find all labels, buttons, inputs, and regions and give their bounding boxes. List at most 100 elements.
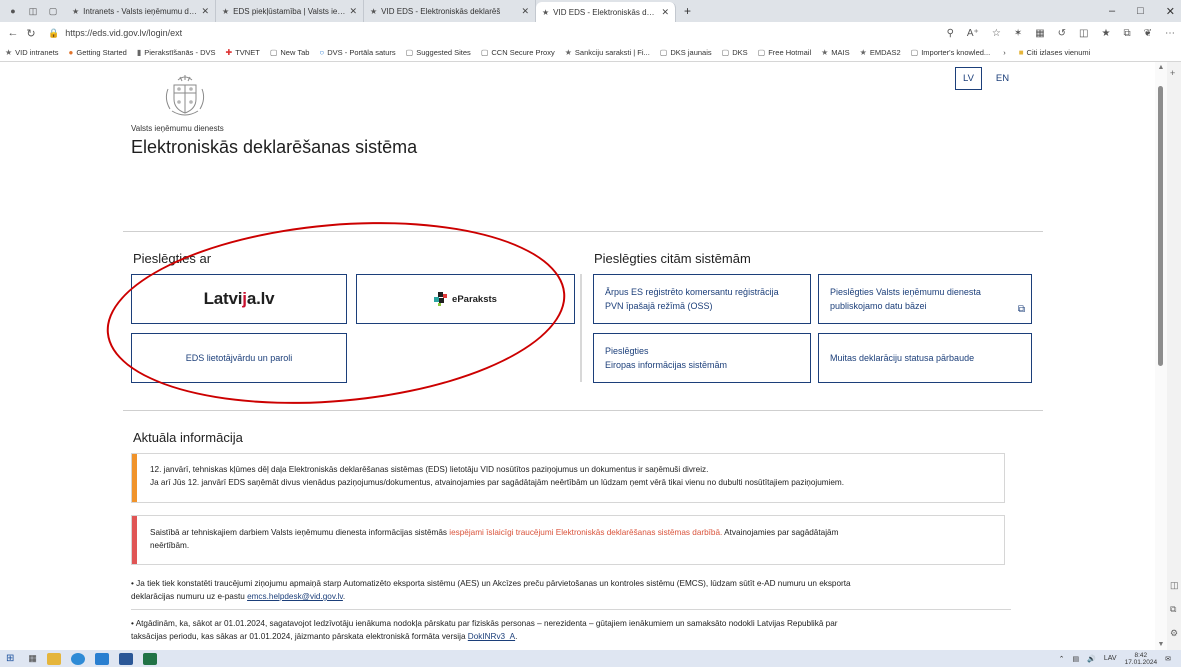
input-language[interactable]: LAV xyxy=(1104,655,1117,662)
copilot-icon[interactable]: ❦ xyxy=(1144,28,1152,39)
external-link-icon: ⧉ xyxy=(1017,304,1025,315)
clock[interactable]: 8:42 17.01.2024 xyxy=(1125,652,1158,666)
lang-en-link[interactable]: EN xyxy=(996,73,1009,84)
network-icon[interactable]: ▤ xyxy=(1073,655,1080,663)
eu-systems-button[interactable]: Pieslēgties Eiropas informācijas sistēmā… xyxy=(593,333,811,383)
system-tray: ⌃ ▤ 🔊 LAV 8:42 17.01.2024 ✉ xyxy=(1059,650,1171,667)
edge-browser-icon[interactable] xyxy=(70,652,85,665)
eds-password-login-button[interactable]: EDS lietotājvārdu un paroli xyxy=(131,333,347,383)
notice-text: 12. janvārī, tehniskas kļūmes dēļ daļa E… xyxy=(150,465,709,474)
folder-icon: ■ xyxy=(1018,48,1024,57)
latvija-lv-button[interactable]: Latvija.lv xyxy=(131,274,347,324)
url-field[interactable]: 🔒 https://eds.vid.gov.lv/login/ext xyxy=(48,28,182,39)
favorites-icon[interactable]: ★ xyxy=(1102,28,1111,39)
news-heading: Aktuāla informācija xyxy=(133,430,243,445)
windows-start-icon[interactable]: ⊞ xyxy=(6,653,14,664)
zoom-icon[interactable]: ⚲ xyxy=(947,28,954,39)
tab-vid-eds-1[interactable]: ★ VID EDS - Elektroniskās deklarēš ✕ xyxy=(364,0,536,22)
bookmark-item[interactable]: ▢ CCN Secure Proxy xyxy=(476,48,560,57)
page-icon: ▢ xyxy=(480,48,489,57)
bookmark-item[interactable]: ✚ TVNET xyxy=(221,48,265,57)
tab-actions-icon[interactable]: ▢ xyxy=(46,5,60,17)
oss-registration-button[interactable]: Ārpus ES reģistrēto komersantu reģistrāc… xyxy=(593,274,811,324)
add-sidebar-icon[interactable]: + xyxy=(1170,68,1175,78)
more-menu-icon[interactable]: ⋯ xyxy=(1165,28,1175,39)
bookmark-item[interactable]: ★ Sankciju saraksti | Fi... xyxy=(560,48,655,57)
customs-status-button[interactable]: Muitas deklarāciju statusa pārbaude xyxy=(818,333,1032,383)
tab-intranets[interactable]: ★ Intranets - Valsts ieņēmumu dien ✕ xyxy=(66,0,216,22)
section-separator xyxy=(580,274,582,382)
restore-icon[interactable]: □ xyxy=(1137,5,1144,17)
profile-icon[interactable]: ● xyxy=(6,5,20,17)
tab-vid-eds-active[interactable]: ★ VID EDS - Elektroniskās deklarēš ✕ xyxy=(536,2,676,22)
scroll-thumb[interactable] xyxy=(1158,86,1163,366)
windows-taskbar: ⊞ ▦ ⌃ ▤ 🔊 LAV 8:42 17.01.2024 ✉ xyxy=(0,650,1181,667)
bookmarks-overflow-icon[interactable]: › xyxy=(1003,48,1006,57)
bookmark-item[interactable]: ▮ Pierakstīšanās - DVS xyxy=(132,48,221,57)
outlook-icon[interactable] xyxy=(94,652,109,665)
external-icon[interactable]: ⧉ xyxy=(1170,604,1176,615)
page-title: Elektroniskās deklarēšanas sistēma xyxy=(131,137,418,157)
dokinr-link[interactable]: DokINRv3_A xyxy=(468,632,515,641)
file-explorer-icon[interactable] xyxy=(46,652,61,665)
settings-gear-icon[interactable]: ⚙ xyxy=(1170,628,1178,639)
page-scrollbar[interactable]: ▲ ▼ xyxy=(1155,62,1167,650)
bookmark-icon: ★ xyxy=(564,48,572,57)
split-screen-icon[interactable]: ◫ xyxy=(1079,28,1088,39)
new-tab-button[interactable]: + xyxy=(684,4,691,18)
favorite-star-icon[interactable]: ☆ xyxy=(992,28,1001,39)
bookmark-item[interactable]: ○ DVS - Portāla saturs xyxy=(314,48,400,57)
bookmark-item[interactable]: ▢ New Tab xyxy=(265,48,315,57)
scroll-down-icon[interactable]: ▼ xyxy=(1155,641,1167,648)
notice-accent-bar xyxy=(132,454,137,502)
bookmark-item[interactable]: ● Getting Started xyxy=(64,48,132,57)
public-database-button[interactable]: Pieslēgties Valsts ieņēmumu dienesta pub… xyxy=(818,274,1032,324)
read-aloud-icon[interactable]: A⁺ xyxy=(967,28,979,39)
other-favorites[interactable]: ■ Citi izlases vienumi xyxy=(1014,48,1096,57)
tab-favicon: ★ xyxy=(222,6,230,16)
page-icon: ▢ xyxy=(721,48,730,57)
scroll-up-icon[interactable]: ▲ xyxy=(1155,64,1167,71)
close-tab-icon[interactable]: ✕ xyxy=(349,6,357,17)
tab-favicon: ★ xyxy=(370,6,378,16)
eparaksts-button[interactable]: eParaksts xyxy=(356,274,575,324)
excel-icon[interactable] xyxy=(142,652,157,665)
tray-chevron-icon[interactable]: ⌃ xyxy=(1059,655,1065,663)
notice-technical-works: Saistībā ar tehniskajiem darbiem Valsts … xyxy=(131,515,1005,565)
workspaces-icon[interactable]: ◫ xyxy=(26,5,40,17)
refresh-icon[interactable]: ↻ xyxy=(22,27,40,40)
back-icon[interactable]: ← xyxy=(4,27,22,39)
task-view-icon[interactable]: ▦ xyxy=(28,653,37,664)
close-window-icon[interactable]: ✕ xyxy=(1166,5,1175,18)
close-tab-icon[interactable]: ✕ xyxy=(521,6,529,17)
tab-eds-accessibility[interactable]: ★ EDS piekļūstamība | Valsts ieņēm ✕ xyxy=(216,0,364,22)
bookmark-icon: ★ xyxy=(821,48,829,57)
bookmark-item[interactable]: ▢ DKS jaunais xyxy=(655,48,717,57)
close-tab-icon[interactable]: ✕ xyxy=(201,6,209,17)
refresh-ext-icon[interactable]: ↺ xyxy=(1058,28,1066,39)
emcs-email-link[interactable]: emcs.helpdesk@vid.gov.lv xyxy=(247,592,343,601)
minimize-icon[interactable]: – xyxy=(1109,5,1115,17)
bookmark-item[interactable]: ▢ Free Hotmail xyxy=(753,48,817,57)
browser-tab-bar: ● ◫ ▢ ★ Intranets - Valsts ieņēmumu dien… xyxy=(0,0,1181,22)
sidebar-icon[interactable]: ◫ xyxy=(1170,580,1179,591)
bookmark-item[interactable]: ▢ Suggested Sites xyxy=(401,48,476,57)
bookmark-item[interactable]: ▢ Importer's knowled... xyxy=(906,48,996,57)
notifications-icon[interactable]: ✉ xyxy=(1165,655,1171,663)
word-icon[interactable] xyxy=(118,652,133,665)
collections-icon[interactable]: ⧉ xyxy=(1123,28,1130,39)
latvija-lv-logo: Latvija.lv xyxy=(203,289,275,308)
extension-icon[interactable]: ✶ xyxy=(1014,28,1022,39)
eparaksts-icon xyxy=(434,292,448,306)
extension-icon-2[interactable]: ▦ xyxy=(1035,28,1044,39)
tab-title: EDS piekļūstamība | Valsts ieņēm xyxy=(233,6,346,16)
close-tab-icon[interactable]: ✕ xyxy=(661,7,669,18)
bookmark-item[interactable]: ★ VID intranets xyxy=(0,48,64,57)
volume-icon[interactable]: 🔊 xyxy=(1087,655,1096,663)
bookmark-item[interactable]: ▢ DKS xyxy=(717,48,753,57)
bookmark-item[interactable]: ★ MAIS xyxy=(816,48,855,57)
lang-lv-button[interactable]: LV xyxy=(955,67,982,90)
notice-text: neērtībām. xyxy=(150,541,190,550)
bookmark-icon: ● xyxy=(68,48,74,57)
bookmark-item[interactable]: ★ EMDAS2 xyxy=(855,48,906,57)
